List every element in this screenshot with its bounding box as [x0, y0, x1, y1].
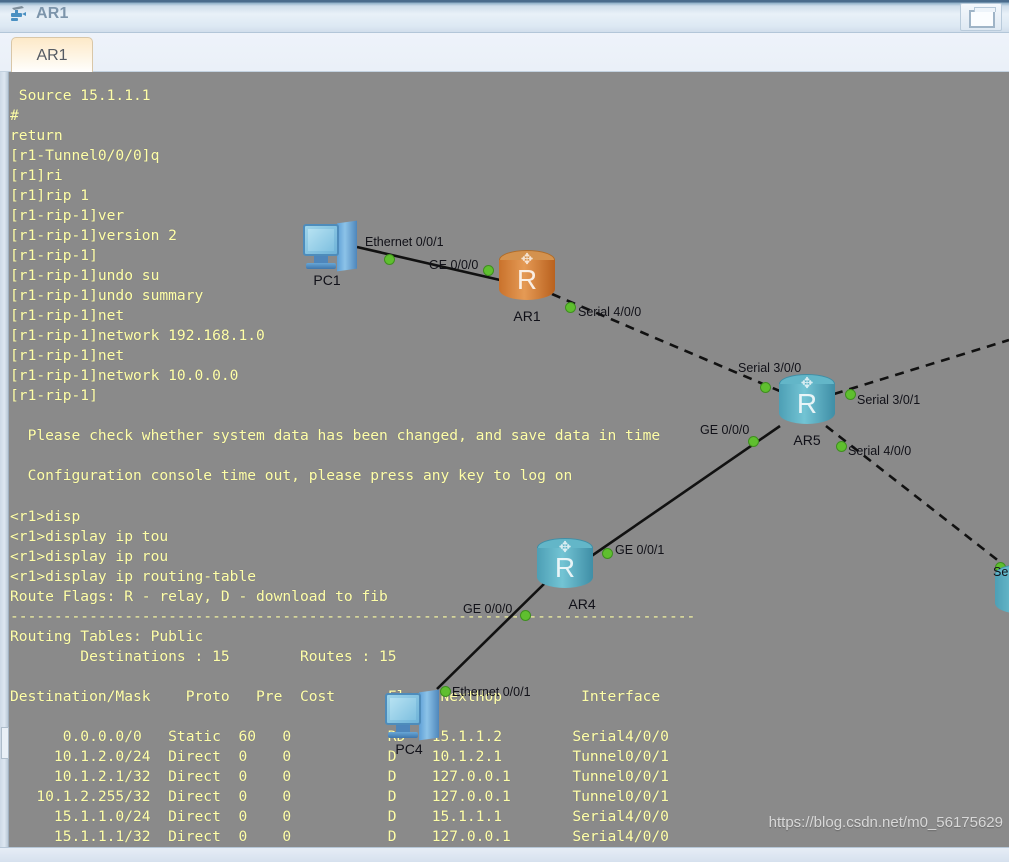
- link-dot-ar5-ge: [748, 436, 759, 447]
- link-dot-ar5-s300: [760, 382, 771, 393]
- terminal-scrollbar-thumb[interactable]: [1, 727, 9, 759]
- tab-strip: AR1: [0, 33, 1009, 73]
- terminal-scrollbar[interactable]: [0, 72, 9, 847]
- link-ar5-right: [833, 338, 1009, 396]
- link-ar5-bottomright: [825, 424, 1001, 564]
- node-ar5[interactable]: ✥ R AR5: [776, 374, 838, 448]
- if-label-ar5-s301: Serial 3/0/1: [857, 393, 921, 407]
- node-label-ar5: AR5: [793, 432, 821, 448]
- router-app-icon: [9, 4, 29, 24]
- if-label-ar5-ge000: GE 0/0/0: [700, 423, 750, 437]
- link-dot-right-edge: [995, 562, 1006, 573]
- titlebar-left-group: AR1: [9, 4, 69, 24]
- if-label-ar5-s300: Serial 3/0/0: [738, 361, 802, 375]
- right-edge-top: [995, 564, 1009, 584]
- restore-icon: [969, 7, 996, 28]
- right-edge-body: [995, 574, 1009, 614]
- if-label-right-edge: Se: [993, 565, 1009, 579]
- ar5-letter: R: [796, 388, 818, 419]
- node-right-edge-partial[interactable]: [992, 564, 1009, 622]
- terminal-output: Source 15.1.1.1 # return [r1-Tunnel0/0/0…: [10, 86, 696, 846]
- emulator-window: AR1 AR1 Source 15.1.1.1 # return [r1-Tun…: [0, 0, 1009, 862]
- ar5-arrows-icon: ✥: [800, 375, 814, 392]
- watermark-url: https://blog.csdn.net/m0_56175629: [768, 814, 1003, 831]
- link-dot-ar5-s400: [836, 441, 847, 452]
- console-terminal[interactable]: Source 15.1.1.1 # return [r1-Tunnel0/0/0…: [0, 72, 1009, 847]
- link-dot-ar5-s301: [845, 389, 856, 400]
- ar5-top: [779, 374, 835, 394]
- window-bottom-bar: [0, 847, 1009, 862]
- ar5-body: [779, 384, 835, 424]
- window-title: AR1: [36, 5, 69, 22]
- restore-window-button[interactable]: [960, 3, 1002, 31]
- tab-ar1[interactable]: AR1: [11, 37, 93, 73]
- window-titlebar: AR1: [0, 0, 1009, 33]
- tab-label: AR1: [36, 46, 68, 64]
- if-label-ar5-s400: Serial 4/0/0: [848, 444, 912, 458]
